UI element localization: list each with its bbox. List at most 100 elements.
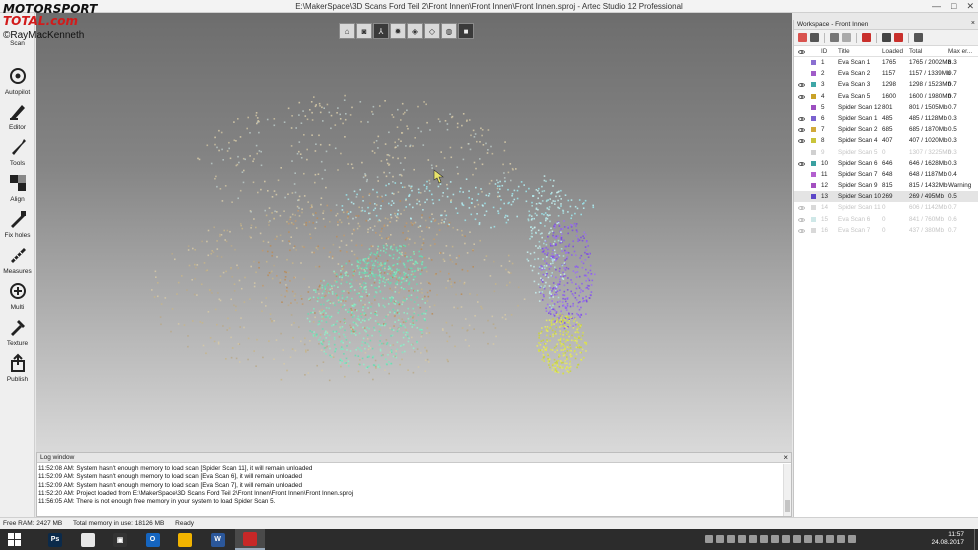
tool-autopilot[interactable]: Autopilot [0,66,35,96]
scan-color-checkbox[interactable] [811,182,817,190]
tray-icon[interactable] [782,535,790,543]
camera-icon[interactable]: ◙ [356,23,372,39]
tray-icon[interactable] [771,535,779,543]
taskbar-app-photoshop[interactable]: Ps [40,529,70,550]
scan-color-checkbox[interactable] [811,160,817,168]
log-scrollbar[interactable] [783,464,791,516]
scan-color-checkbox[interactable] [811,149,817,157]
visibility-toggle[interactable] [798,81,807,88]
tray-icon[interactable] [760,535,768,543]
scan-row[interactable]: 11 Spider Scan 7 648 648 / 1187Mb 0.4 [794,169,978,180]
scan-color-checkbox[interactable] [811,137,817,145]
scan-row[interactable]: 1 Eva Scan 1 1765 1765 / 2002Mb 8.3 [794,57,978,68]
scan-row[interactable]: 3 Eva Scan 3 1298 1298 / 1523Mb 0.7 [794,79,978,90]
visibility-toggle[interactable] [798,126,807,133]
solid-cube-icon[interactable]: ■ [458,23,474,39]
column-total[interactable]: Total [909,48,922,55]
scan-color-checkbox[interactable] [811,171,817,179]
delete-icon[interactable] [862,33,871,42]
scan-color-checkbox[interactable] [811,70,817,78]
show-desktop-button[interactable] [974,529,978,550]
log-close-button[interactable]: × [783,453,788,462]
scan-row[interactable]: 15 Eva Scan 6 0 841 / 760Mb 0.6 [794,214,978,225]
axes-icon[interactable]: ⅄ [373,23,389,39]
maximize-button[interactable]: □ [951,1,956,12]
scan-row[interactable]: 14 Spider Scan 11 0 606 / 1142Mb 0.7 [794,202,978,213]
scan-color-checkbox[interactable] [811,227,817,235]
tray-icon[interactable] [738,535,746,543]
tray-icon[interactable] [837,535,845,543]
copy-icon[interactable] [882,33,891,42]
scan-color-checkbox[interactable] [811,126,817,134]
clock[interactable]: 11:57 24.08.2017 [931,531,964,547]
tray-icon[interactable] [793,535,801,543]
scan-row[interactable]: 7 Spider Scan 2 685 685 / 1870Mb 0.5 [794,124,978,135]
tray-icon[interactable] [848,535,856,543]
taskbar-app-artec-studio[interactable] [235,529,265,550]
visibility-toggle[interactable] [798,216,807,223]
visibility-toggle[interactable] [798,160,807,167]
scan-row[interactable]: 6 Spider Scan 1 485 485 / 1128Mb 0.3 [794,113,978,124]
tray-icon[interactable] [815,535,823,543]
scan-color-checkbox[interactable] [811,115,817,123]
taskbar-app-app-3[interactable]: ▣ [105,529,135,550]
sphere-icon[interactable]: ◍ [441,23,457,39]
light-icon[interactable]: ✹ [390,23,406,39]
taskbar-app-word[interactable]: W [203,529,233,550]
visibility-toggle[interactable] [798,115,807,122]
remove-icon[interactable] [894,33,903,42]
tool-texture[interactable]: Texture [0,317,35,347]
taskbar-app-explorer[interactable] [170,529,200,550]
scan-color-checkbox[interactable] [811,59,817,67]
workspace-close-button[interactable]: × [971,20,975,27]
scan-color-checkbox[interactable] [811,193,817,201]
scan-color-checkbox[interactable] [811,104,817,112]
scan-row[interactable]: 2 Eva Scan 2 1157 1157 / 1339Mb 0.7 [794,68,978,79]
tool-fix-holes[interactable]: Fix holes [0,209,35,239]
windows-start-icon[interactable] [8,533,21,546]
visibility-toggle[interactable] [798,93,807,100]
folder-icon[interactable] [810,33,819,42]
tool-editor[interactable]: Editor [0,101,35,131]
scan-row[interactable]: 5 Spider Scan 12 801 801 / 1505Mb 0.7 [794,102,978,113]
tray-icon[interactable] [705,535,713,543]
tray-icon[interactable] [749,535,757,543]
visibility-toggle[interactable] [798,204,807,211]
taskbar-app-outlook[interactable]: O [138,529,168,550]
column-title[interactable]: Title [838,48,850,55]
visibility-column-icon[interactable] [798,48,807,55]
column-loaded[interactable]: Loaded [882,48,903,55]
scan-color-checkbox[interactable] [811,81,817,89]
visibility-toggle[interactable] [798,137,807,144]
scan-row[interactable]: 9 Spider Scan 5 0 1307 / 3225Mb 0.3 [794,147,978,158]
tool-align[interactable]: Align [0,173,35,203]
scan-row[interactable]: 16 Eva Scan 7 0 437 / 380Mb 0.7 [794,225,978,236]
visibility-toggle[interactable] [798,227,807,234]
scan-row[interactable]: 10 Spider Scan 6 646 646 / 1628Mb 0.3 [794,158,978,169]
scan-row[interactable]: 8 Spider Scan 4 407 407 / 1020Mb 0.3 [794,135,978,146]
close-button[interactable]: ✕ [966,1,974,12]
column-max-error[interactable]: Max er... [948,48,972,55]
tool-measures[interactable]: Measures [0,245,35,275]
redo-icon[interactable] [842,33,851,42]
scan-color-checkbox[interactable] [811,216,817,224]
tray-icon[interactable] [826,535,834,543]
minimize-button[interactable]: — [932,1,941,12]
tray-icon[interactable] [727,535,735,543]
scan-row[interactable]: 4 Eva Scan 5 1600 1600 / 1980Mb 0.7 [794,91,978,102]
scan-color-checkbox[interactable] [811,93,817,101]
taskbar-app-chrome[interactable] [73,529,103,550]
3d-viewport[interactable]: ⌂ ◙ ⅄ ✹ ◈ ◇ ◍ ■ [36,13,792,452]
tray-icon[interactable] [804,535,812,543]
new-scan-icon[interactable] [798,33,807,42]
column-id[interactable]: ID [821,48,827,55]
undo-icon[interactable] [830,33,839,42]
log-scrollbar-thumb[interactable] [785,500,790,512]
tool-multi[interactable]: Multi [0,281,35,311]
tool-tools[interactable]: Tools [0,137,35,167]
tool-publish[interactable]: Publish [0,353,35,383]
scan-row[interactable]: 13 Spider Scan 10 269 269 / 495Mb 0.5 [794,191,978,203]
scan-row[interactable]: 12 Spider Scan 9 815 815 / 1432Mb Warning [794,180,978,191]
wire-cube-icon[interactable]: ◇ [424,23,440,39]
scan-color-checkbox[interactable] [811,204,817,212]
